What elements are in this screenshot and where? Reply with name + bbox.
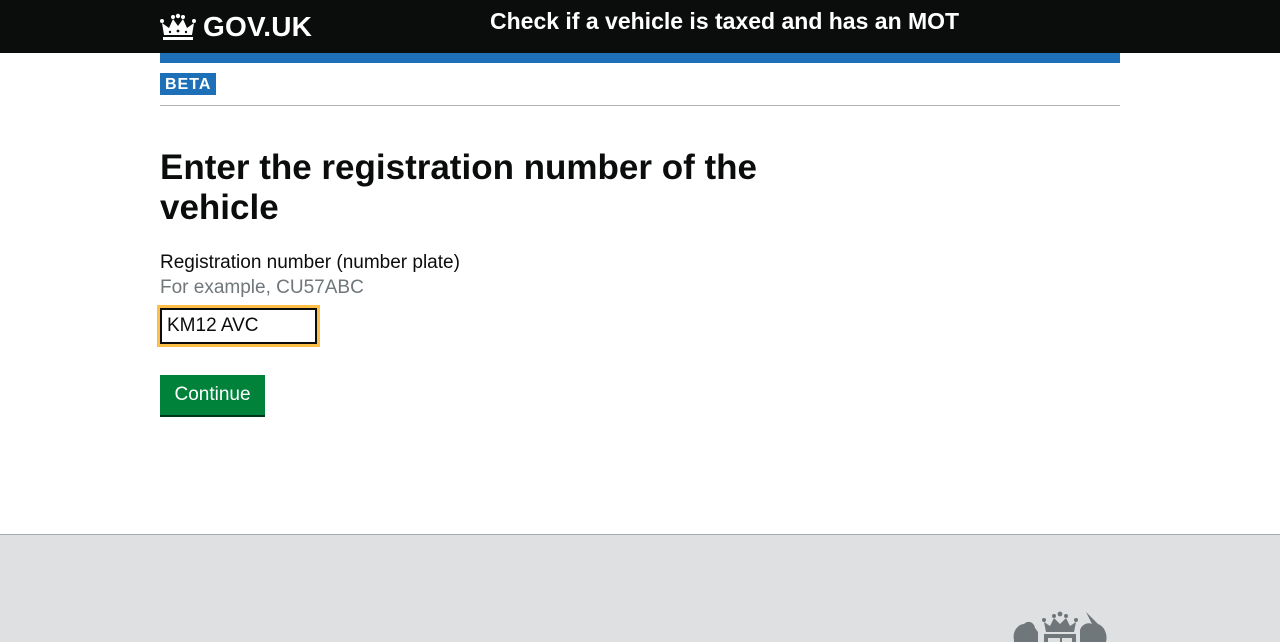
site-footer	[0, 534, 1280, 642]
registration-input[interactable]	[157, 305, 320, 347]
phase-tag: BETA	[160, 73, 217, 95]
royal-arms-crest-icon	[1008, 610, 1112, 642]
continue-button[interactable]: Continue	[160, 375, 265, 415]
service-name-link[interactable]: Check if a vehicle is taxed and has an M…	[490, 8, 959, 35]
govuk-logo-link[interactable]: GOV.UK	[160, 10, 312, 44]
page-title: Enter the registration number of the veh…	[160, 148, 757, 227]
crown-icon	[160, 13, 196, 40]
logo-text: GOV.UK	[203, 11, 313, 42]
phase-banner: BETA	[160, 73, 1120, 106]
registration-label: Registration number (number plate)	[160, 252, 460, 273]
registration-hint: For example, CU57ABC	[160, 277, 364, 298]
header-underline	[160, 53, 1120, 63]
site-header: GOV.UK Check if a vehicle is taxed and h…	[0, 0, 1280, 53]
